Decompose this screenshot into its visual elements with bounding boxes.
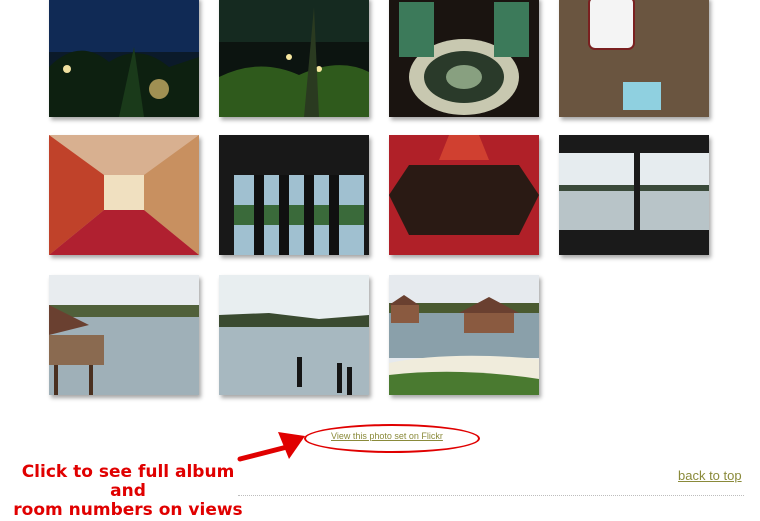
annotation-line-1: Click to see full album and — [21, 462, 235, 501]
hallway-photo — [49, 135, 199, 255]
view-flickr-set-link[interactable]: View this photo set on Flickr — [331, 431, 443, 441]
bungalow-lake-photo — [49, 275, 199, 395]
annotation-line-2: room numbers on views — [13, 500, 243, 520]
photo-thumbnail-6[interactable] — [219, 135, 369, 255]
photo-thumbnail-1[interactable] — [49, 0, 199, 117]
footer-divider — [238, 495, 744, 496]
photo-thumbnail-2[interactable] — [219, 0, 369, 117]
bungalows-beach-photo — [389, 275, 539, 395]
lake-framed-view-photo — [559, 135, 709, 255]
photo-thumbnail-3[interactable] — [389, 0, 539, 117]
room-number-plaque-photo — [389, 135, 539, 255]
night-landscape-photo — [219, 0, 369, 117]
photo-thumbnail-4[interactable] — [559, 0, 709, 117]
night-garden-photo — [49, 0, 199, 117]
balcony-view-photo — [219, 135, 369, 255]
magicband-sign-photo — [559, 0, 709, 117]
annotation-text: Click to see full album and room numbers… — [8, 463, 248, 520]
lake-pilings-photo — [219, 275, 369, 395]
photo-thumbnail-9[interactable] — [49, 275, 199, 395]
photo-thumbnail-5[interactable] — [49, 135, 199, 255]
photo-thumbnail-11[interactable] — [389, 275, 539, 395]
tiki-lamp-photo — [389, 0, 539, 117]
back-to-top-link[interactable]: back to top — [678, 468, 742, 483]
photo-thumbnail-10[interactable] — [219, 275, 369, 395]
photo-thumbnail-7[interactable] — [389, 135, 539, 255]
photo-thumbnail-8[interactable] — [559, 135, 709, 255]
